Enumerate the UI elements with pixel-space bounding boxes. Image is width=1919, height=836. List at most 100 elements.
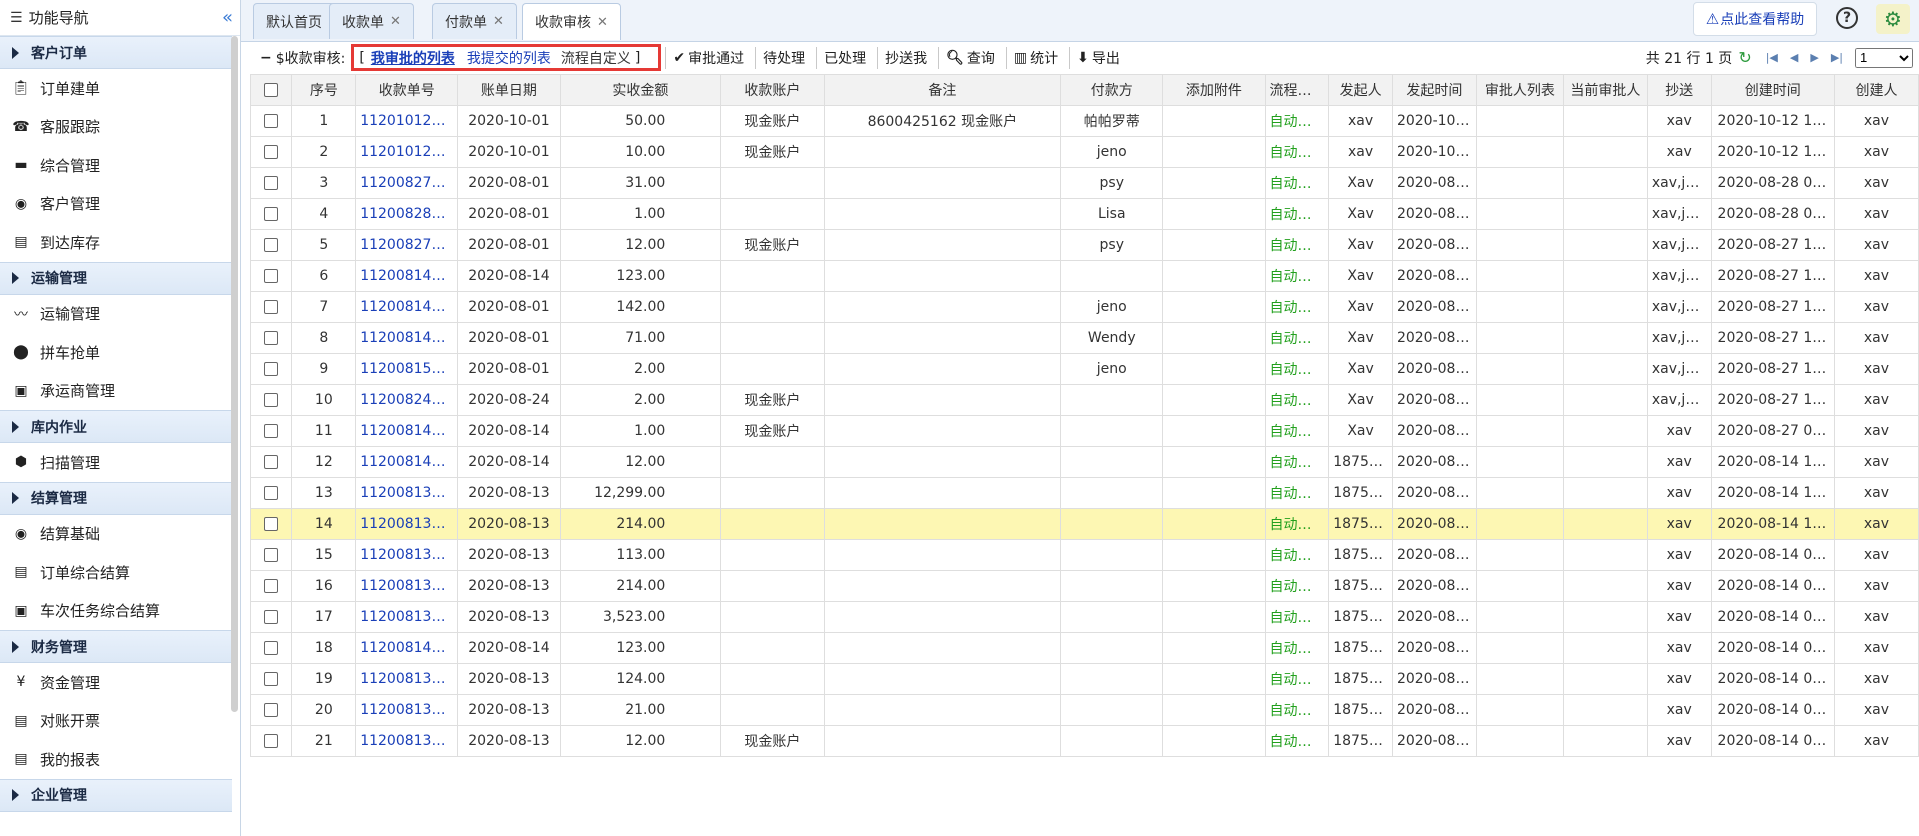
last-page-icon[interactable]: ▶|: [1831, 51, 1843, 64]
page-select[interactable]: 1: [1855, 47, 1913, 68]
row-checkbox-cell[interactable]: [249, 322, 293, 354]
receipt-number-link[interactable]: 11201012001: [355, 136, 459, 168]
tab-home[interactable]: 默认首页: [253, 3, 335, 39]
nav-item[interactable]: ◉ 客户管理: [0, 185, 232, 224]
table-row[interactable]: 15 11200813001 2020-08-13 113.00 自动通过 18758..…: [249, 539, 1919, 571]
table-row[interactable]: 16 11200813002 2020-08-13 214.00 自动通过 18758..…: [249, 570, 1919, 602]
nav-group-header[interactable]: 运输管理: [0, 261, 232, 295]
receipt-number-link[interactable]: 11200813003: [355, 725, 459, 757]
row-checkbox-cell[interactable]: [249, 570, 293, 602]
nav-item[interactable]: ▤ 订单综合结算: [0, 553, 232, 592]
select-all-checkbox-cell[interactable]: [249, 74, 293, 106]
column-header[interactable]: 付款方: [1060, 74, 1164, 106]
checkbox[interactable]: [264, 455, 279, 469]
checkbox[interactable]: [264, 610, 279, 624]
checkbox[interactable]: [264, 362, 279, 376]
nav-item[interactable]: ¥ 资金管理: [0, 663, 232, 702]
my-approval-list-link[interactable]: 我审批的列表: [371, 48, 455, 68]
nav-item[interactable]: 〰运输管理: [0, 295, 232, 334]
column-header[interactable]: 审批人列表: [1475, 74, 1564, 106]
settings-icon[interactable]: ⚙: [1876, 4, 1910, 34]
tab-receipt-audit[interactable]: 收款审核 ✕: [522, 3, 621, 40]
nav-item[interactable]: ⬢ 扫描管理: [0, 443, 232, 482]
receipt-number-link[interactable]: 11200824001: [355, 384, 459, 416]
checkbox[interactable]: [264, 548, 279, 562]
column-header[interactable]: 创建人: [1833, 74, 1919, 106]
row-checkbox-cell[interactable]: [249, 725, 293, 757]
row-checkbox-cell[interactable]: [249, 384, 293, 416]
receipt-number-link[interactable]: 11201012002: [355, 105, 459, 137]
receipt-number-link[interactable]: 11200813001: [355, 477, 459, 509]
my-submitted-list-link[interactable]: 我提交的列表: [467, 48, 551, 68]
table-row[interactable]: 17 11200813003 2020-08-13 3,523.00 自动通过 18758…: [249, 601, 1919, 633]
query-button[interactable]: 🔍︎ 查询: [938, 46, 1002, 69]
checkbox[interactable]: [264, 641, 279, 655]
table-row[interactable]: 6 11200814004 2020-08-14 123.00 自动通过 Xav 2020-…: [249, 260, 1919, 292]
receipt-number-link[interactable]: 11200813002: [355, 694, 459, 726]
column-header[interactable]: 添加附件: [1162, 74, 1266, 106]
checkbox[interactable]: [264, 703, 279, 717]
column-header[interactable]: 发起人: [1328, 74, 1393, 106]
row-checkbox-cell[interactable]: [249, 229, 293, 261]
table-row[interactable]: 1 11201012002 2020-10-01 50.00 现金账户 860042516…: [249, 105, 1919, 137]
row-checkbox-cell[interactable]: [249, 260, 293, 292]
close-icon[interactable]: ✕: [597, 15, 608, 30]
nav-item[interactable]: 📋︎ 订单建单: [0, 69, 232, 108]
nav-item[interactable]: ▬ 综合管理: [0, 146, 232, 185]
receipt-number-link[interactable]: 11200815001: [355, 353, 459, 385]
collapse-icon[interactable]: −: [260, 50, 272, 66]
checkbox[interactable]: [264, 393, 279, 407]
receipt-number-link[interactable]: 11200813002: [355, 508, 459, 540]
row-checkbox-cell[interactable]: [249, 353, 293, 385]
column-header[interactable]: 抄送: [1646, 74, 1712, 106]
receipt-number-link[interactable]: 11200814001: [355, 632, 459, 664]
help-button[interactable]: ⚠ 点此查看帮助: [1693, 2, 1817, 36]
checkbox[interactable]: [264, 734, 279, 748]
nav-item[interactable]: ▤ 我的报表: [0, 740, 232, 779]
row-checkbox-cell[interactable]: [249, 291, 293, 323]
checkbox[interactable]: [264, 176, 279, 190]
column-header[interactable]: 发起时间: [1391, 74, 1477, 106]
column-header[interactable]: 实收金额: [559, 74, 722, 106]
row-checkbox-cell[interactable]: [249, 539, 293, 571]
nav-group-header[interactable]: 库内作业: [0, 410, 232, 443]
nav-item[interactable]: ▣ 承运商管理: [0, 372, 232, 411]
nav-item[interactable]: ▣ 车次任务综合结算: [0, 592, 232, 631]
table-row[interactable]: 5 11200827001 2020-08-01 12.00 现金账户 psy 自动通过 Xa…: [249, 229, 1919, 261]
receipt-number-link[interactable]: 11200813001: [355, 663, 459, 695]
sidebar-scrollbar[interactable]: [231, 36, 238, 712]
column-header[interactable]: 备注: [823, 74, 1062, 106]
table-row[interactable]: 12 11200814003 2020-08-14 12.00 自动通过 18758...…: [249, 446, 1919, 478]
table-row[interactable]: 8 11200814006 2020-08-01 71.00 Wendy 自动通过 Xav 2…: [249, 322, 1919, 354]
receipt-number-link[interactable]: 11200814005: [355, 291, 459, 323]
cc-me-button[interactable]: 抄送我: [877, 46, 934, 69]
row-checkbox-cell[interactable]: [249, 601, 293, 633]
table-row[interactable]: 19 11200813001 2020-08-13 124.00 自动通过 18758..…: [249, 663, 1919, 695]
row-checkbox-cell[interactable]: [249, 694, 293, 726]
stats-button[interactable]: ▥ 统计: [1005, 46, 1065, 69]
tab-payment[interactable]: 付款单 ✕: [432, 3, 517, 39]
receipt-number-link[interactable]: 11200827001: [355, 229, 459, 261]
checkbox[interactable]: [264, 269, 279, 283]
row-checkbox-cell[interactable]: [249, 415, 293, 447]
table-row[interactable]: 13 11200813001 2020-08-13 12,299.00 自动通过 1875…: [249, 477, 1919, 509]
checkbox[interactable]: [264, 517, 279, 531]
next-page-icon[interactable]: ▶: [1810, 51, 1818, 64]
table-row[interactable]: 14 11200813002 2020-08-13 214.00 自动通过 18758..…: [249, 508, 1919, 540]
receipt-number-link[interactable]: 11200814004: [355, 415, 459, 447]
checkbox[interactable]: [264, 331, 279, 345]
nav-item[interactable]: ▤ 到达库存: [0, 223, 232, 262]
nav-group-header[interactable]: 结算管理: [0, 481, 232, 515]
column-header[interactable]: 收款账户: [720, 74, 825, 106]
checkbox[interactable]: [264, 579, 279, 593]
row-checkbox-cell[interactable]: [249, 508, 293, 540]
receipt-number-link[interactable]: 11200828001: [355, 198, 459, 230]
row-checkbox-cell[interactable]: [249, 477, 293, 509]
receipt-number-link[interactable]: 11200813001: [355, 539, 459, 571]
receipt-number-link[interactable]: 11200813002: [355, 570, 459, 602]
row-checkbox-cell[interactable]: [249, 167, 293, 199]
checkbox[interactable]: [264, 114, 279, 128]
receipt-number-link[interactable]: 11200814004: [355, 260, 459, 292]
checkbox[interactable]: [264, 145, 279, 159]
first-page-icon[interactable]: |◀: [1766, 51, 1778, 64]
